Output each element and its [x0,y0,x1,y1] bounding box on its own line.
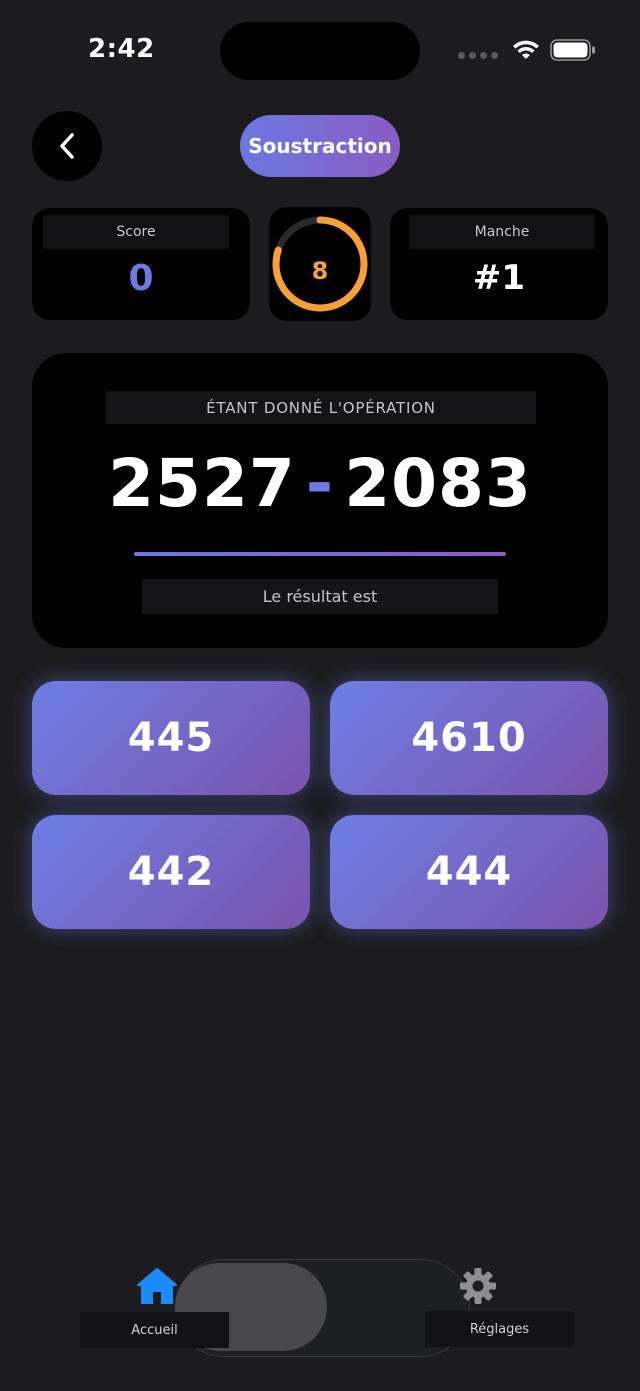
timer-card: 8 [269,207,371,321]
operation: 2527-2083 [32,445,608,522]
page-title: Soustraction [248,134,392,158]
timer-value: 8 [311,257,329,285]
score-card: Score 0 [32,208,250,320]
wifi-icon [513,40,539,59]
operand-b: 2083 [344,445,532,522]
divider [134,552,506,556]
home-icon [137,1268,177,1304]
tab-home[interactable]: Accueil [80,1262,230,1348]
tab-settings[interactable]: Réglages [425,1262,574,1348]
question-card: ÉTANT DONNÉ L'OPÉRATION 2527-2083 Le rés… [32,353,608,648]
back-button[interactable] [32,111,102,181]
battery-icon [550,39,595,61]
score-label: Score [43,215,229,249]
question-prompt: ÉTANT DONNÉ L'OPÉRATION [106,391,536,424]
screen: 2:42 Soustraction Score 0 8 Manche #1 ÉT… [0,0,640,1391]
round-card: Manche #1 [390,208,608,320]
gear-icon [460,1268,496,1304]
operand-a: 2527 [108,445,296,522]
mode-title-pill: Soustraction [240,115,400,177]
round-label: Manche [409,215,595,249]
answer-button-4[interactable]: 444 [330,815,608,929]
dynamic-island [220,22,420,80]
result-label: Le résultat est [142,579,498,614]
tab-home-label: Accueil [80,1312,229,1348]
answer-button-3[interactable]: 442 [32,815,310,929]
status-icons [458,38,596,62]
signal-icon [458,51,498,59]
tab-settings-label: Réglages [425,1311,574,1347]
score-value: 0 [128,258,154,299]
operator: - [305,445,335,522]
status-time: 2:42 [88,34,155,64]
round-value: #1 [472,258,526,298]
answer-button-2[interactable]: 4610 [330,681,608,795]
chevron-left-icon [60,133,74,159]
answer-button-1[interactable]: 445 [32,681,310,795]
